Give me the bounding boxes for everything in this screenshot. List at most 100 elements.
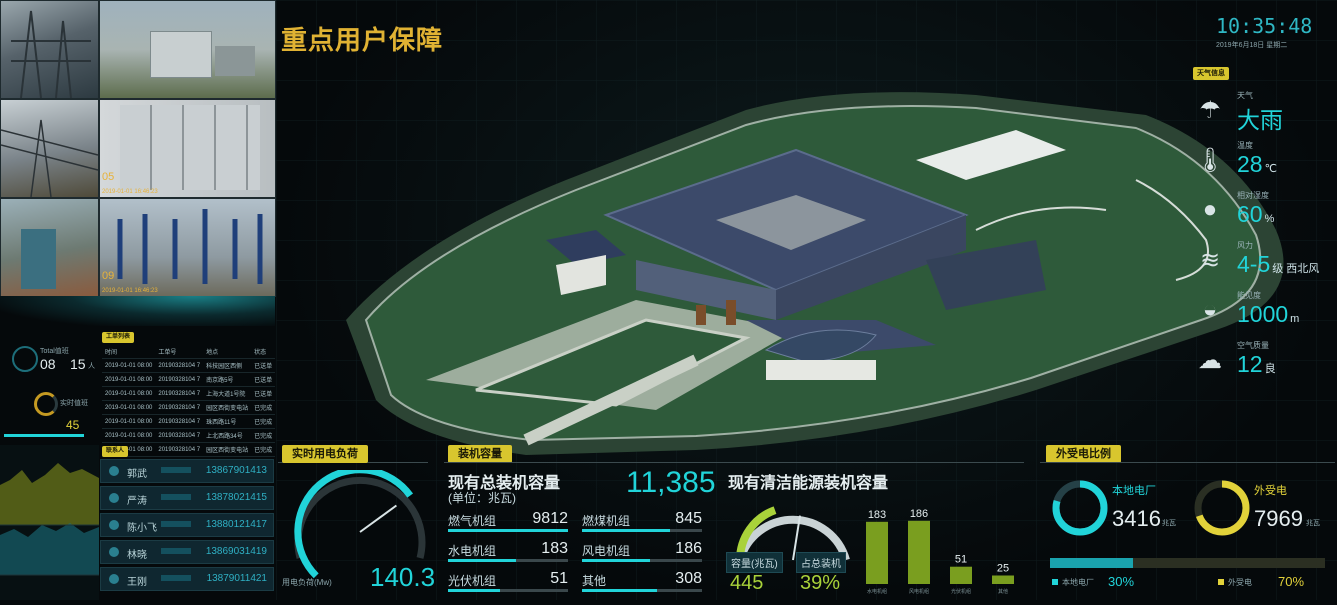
external-label: 外受电 <box>1254 485 1287 497</box>
capacity-item: 燃气机组 9812 <box>448 510 568 536</box>
table-cell: 已送单 <box>251 386 276 401</box>
bar-value-label: 51 <box>955 554 967 566</box>
bar-1 <box>908 520 930 584</box>
weather-row: ● 相对湿度 60% <box>1192 190 1332 236</box>
table-row[interactable]: 2019-01-01 08:00 20190328104 7 园区西街变电站 已完成 <box>102 400 276 415</box>
table-cell: 已完成 <box>251 414 276 429</box>
weather-value: 60% <box>1237 201 1274 228</box>
weather-label: 温度 <box>1237 141 1253 150</box>
weather-unit: 级 西北风 <box>1272 263 1320 275</box>
table-cell: 2019-01-01 08:00 <box>102 358 156 373</box>
camera-feed-3[interactable] <box>0 99 99 198</box>
capacity-item-value: 9812 <box>532 510 568 527</box>
table-row[interactable]: 2019-01-01 08:00 20190328104 7 珠西路11号 已完成 <box>102 414 276 429</box>
person-icon <box>109 466 119 476</box>
trend-chart <box>0 445 99 600</box>
camera-feed-4[interactable]: 05 2019-01-01 16:46:23 <box>99 99 276 198</box>
load-label: 用电负荷(Mw) <box>282 578 332 587</box>
bar-3 <box>992 575 1014 584</box>
humidity-drop-icon: ● <box>1202 196 1218 223</box>
table-cell: 20190328104 7 <box>155 372 204 387</box>
table-cell: 20190328104 7 <box>155 358 204 373</box>
camera-number: 05 <box>102 171 115 183</box>
duty-label: Total值班 <box>40 348 69 355</box>
table-cell: 20190328104 7 <box>155 442 204 457</box>
insulator-array-icon <box>117 209 263 284</box>
camera-feed-2[interactable] <box>99 0 276 99</box>
table-cell: 20190328104 7 <box>155 428 204 443</box>
ratio-bar-local <box>1050 558 1133 568</box>
ratio-bar-local-label: 本地电厂 <box>1062 578 1094 587</box>
contact-item[interactable]: 陈小飞 13880121417 <box>100 513 274 537</box>
table-cell: 园区西街变电站 <box>203 400 252 415</box>
table-row[interactable]: 2019-01-01 08:00 20190328104 7 科技园区西侧 已送单 <box>102 358 276 373</box>
bar-value-label: 25 <box>997 563 1009 575</box>
camera-timestamp: 2019-01-01 16:46:23 <box>102 189 158 195</box>
visibility-sun-icon: ◒ <box>1202 296 1218 323</box>
table-cell: 已完成 <box>251 428 276 443</box>
weather-unit: 良 <box>1264 363 1276 375</box>
bar-value-label: 183 <box>868 509 886 521</box>
weather-label: 相对湿度 <box>1237 191 1269 200</box>
camera-grid: 05 2019-01-01 16:46:23 09 2019-01-01 16:… <box>0 0 276 297</box>
table-row[interactable]: 2019-01-01 08:00 20190328104 7 上北西路34号 已完成 <box>102 428 276 443</box>
capacity-item-bar-track <box>516 559 568 562</box>
worklist-tag: 工单列表 <box>102 332 135 343</box>
table-header: 时间 <box>102 345 156 359</box>
capacity-item-value: 183 <box>541 540 568 557</box>
camera-feed-6[interactable]: 09 2019-01-01 16:46:23 <box>99 198 276 297</box>
bar-category-label: 光伏机组 <box>951 588 971 595</box>
table-cell: 2019-01-01 08:00 <box>102 400 156 415</box>
ratio-bar-external-pct: 70% <box>1278 574 1305 589</box>
table-cell: 已完成 <box>251 400 276 415</box>
duty-count-1: 08 <box>40 356 56 372</box>
local-value: 3416 <box>1112 506 1161 531</box>
table-header-row: 时间 工单号 地点 状态 <box>102 345 276 359</box>
weather-row: 🌡 温度 28 ℃ <box>1192 140 1332 186</box>
table-cell: 珠西路11号 <box>203 414 252 429</box>
substation-tower-icon <box>11 10 91 98</box>
duty-label-2: 实时值班 <box>60 400 88 407</box>
air-quality-cloud-icon: ☁ <box>1198 347 1222 374</box>
table-cell: 上海大道1号院 <box>203 386 252 401</box>
table-cell: 2019-01-01 08:00 <box>102 414 156 429</box>
weather-unit: ℃ <box>1264 163 1277 175</box>
weather-row: ☂ 天气 大雨 <box>1192 90 1332 136</box>
table-row[interactable]: 2019-01-01 08:00 20190328104 7 南京路5号 已送单 <box>102 372 276 387</box>
ratio-bar-local-pct: 30% <box>1108 574 1135 589</box>
bar-category-label: 其他 <box>998 588 1008 595</box>
contact-tag <box>161 467 191 473</box>
weather-number: 1000 <box>1237 301 1289 327</box>
table-cell: 2019-01-01 08:00 <box>102 386 156 401</box>
bar-0 <box>866 521 888 584</box>
thermometer-icon: 🌡 <box>1194 147 1226 174</box>
external-ratio-ring <box>1194 480 1250 536</box>
bar-category-label: 风电机组 <box>909 588 929 595</box>
table-cell: 上北西路34号 <box>203 428 252 443</box>
contact-name: 严涛 <box>127 496 147 507</box>
wind-icon: ≋ <box>1199 247 1221 274</box>
capacity-item-bar <box>582 559 650 562</box>
capacity-item-bar-track <box>500 589 568 592</box>
weather-value: 1000 m <box>1237 301 1299 328</box>
camera-feed-1[interactable] <box>0 0 99 99</box>
duty-count-2: 15 <box>70 356 86 372</box>
camera-feed-5[interactable] <box>0 198 99 297</box>
clean-capacity-value: 445 <box>730 572 764 594</box>
table-cell: 已送单 <box>251 372 276 387</box>
ratio-tag-underline <box>1040 462 1335 463</box>
table-row[interactable]: 2019-01-01 08:00 20190328104 7 上海大道1号院 已送单 <box>102 386 276 401</box>
weather-unit: m <box>1290 313 1300 325</box>
heavy-rain-icon: ☂ <box>1199 97 1221 124</box>
contact-item[interactable]: 王刚 13879011421 <box>100 567 274 591</box>
contact-name: 郭武 <box>127 469 147 480</box>
contact-item[interactable]: 严涛 13878021415 <box>100 486 274 510</box>
capacity-item: 燃煤机组 845 <box>582 510 702 536</box>
table-header: 工单号 <box>155 345 204 359</box>
capacity-item-bar <box>582 529 670 532</box>
capacity-item: 光伏机组 51 <box>448 570 568 596</box>
contact-item[interactable]: 林晓 13869031419 <box>100 540 274 564</box>
person-icon <box>109 520 119 530</box>
contact-item[interactable]: 郭武 13867901413 <box>100 459 274 483</box>
contact-name: 王刚 <box>127 577 147 588</box>
